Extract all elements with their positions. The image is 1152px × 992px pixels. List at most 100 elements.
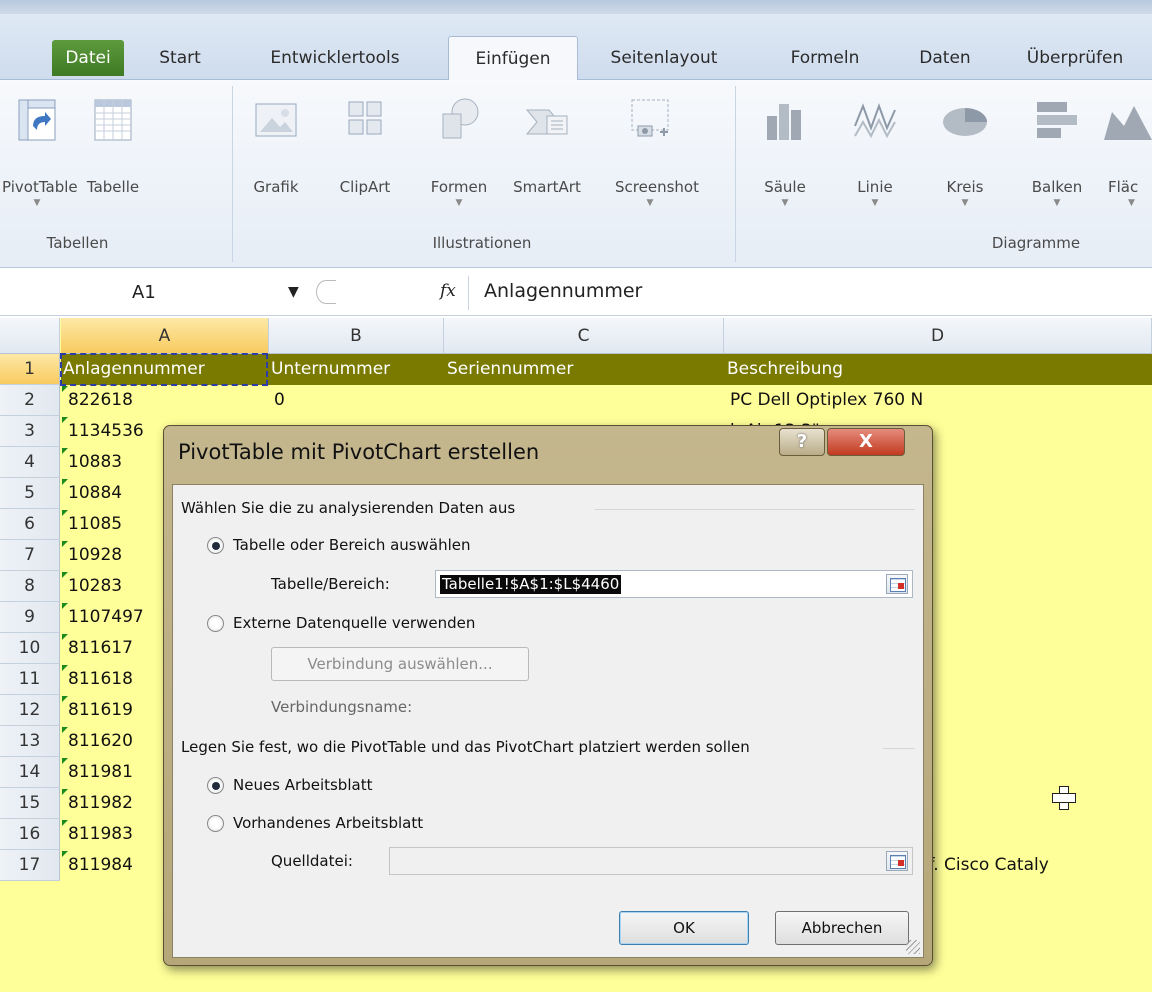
cell-b2[interactable]: 0 xyxy=(274,385,444,416)
chevron-down-icon: ▼ xyxy=(646,198,654,208)
tab-entwicklertools[interactable]: Entwicklertools xyxy=(245,36,425,80)
cell-d1[interactable]: Beschreibung xyxy=(727,354,1147,385)
row-header[interactable]: 1 xyxy=(0,354,60,385)
row-header[interactable]: 9 xyxy=(0,602,60,633)
saeule-button[interactable]: Säule ▼ xyxy=(750,90,820,208)
chevron-down-icon: ▼ xyxy=(1053,198,1061,208)
balken-label: Balken xyxy=(1031,178,1083,196)
name-box[interactable]: A1 ▼ xyxy=(10,278,310,308)
chevron-down-icon: ▼ xyxy=(455,198,463,208)
row-header[interactable]: 13 xyxy=(0,726,60,757)
radio-table-range[interactable] xyxy=(207,537,224,554)
kreis-button[interactable]: Kreis ▼ xyxy=(930,90,1000,208)
formen-button[interactable]: Formen ▼ xyxy=(424,90,494,208)
clipart-icon xyxy=(348,101,382,135)
cell-d2[interactable]: PC Dell Optiplex 760 N xyxy=(730,385,1152,416)
range-picker-icon[interactable] xyxy=(886,851,908,871)
chevron-down-icon: ▼ xyxy=(961,198,969,208)
column-header-a[interactable]: A xyxy=(61,318,269,354)
row-header[interactable]: 12 xyxy=(0,695,60,726)
range-picker-icon[interactable] xyxy=(886,574,908,594)
group-separator xyxy=(232,86,233,262)
section-select-data-heading: Wählen Sie die zu analysierenden Daten a… xyxy=(181,499,516,517)
resize-grip[interactable] xyxy=(906,940,920,954)
choose-connection-button[interactable]: Verbindung auswählen... xyxy=(271,647,529,681)
radio-existing-sheet-label[interactable]: Vorhandenes Arbeitsblatt xyxy=(233,814,423,832)
radio-new-sheet-label[interactable]: Neues Arbeitsblatt xyxy=(233,776,372,794)
radio-external-source-label[interactable]: Externe Datenquelle verwenden xyxy=(233,614,475,632)
row-header[interactable]: 11 xyxy=(0,664,60,695)
row-header[interactable]: 17 xyxy=(0,850,60,881)
row-header[interactable]: 2 xyxy=(0,385,60,416)
row-header[interactable]: 7 xyxy=(0,540,60,571)
screenshot-button[interactable]: Screenshot ▼ xyxy=(615,90,699,208)
window-title-strip xyxy=(0,0,1152,14)
formula-bar: A1 ▼ fx Anlagennummer xyxy=(0,268,1152,316)
pivottable-button[interactable]: PivotTable ▼ xyxy=(2,90,78,208)
tab-einfuegen[interactable]: Einfügen xyxy=(448,36,578,81)
tab-formeln[interactable]: Formeln xyxy=(770,36,880,80)
formula-bar-divider xyxy=(316,280,336,304)
group-label-tabellen: Tabellen xyxy=(46,234,109,252)
chevron-down-icon[interactable]: ▼ xyxy=(288,284,299,300)
row-header[interactable]: 3 xyxy=(0,416,60,447)
radio-external-source[interactable] xyxy=(207,615,224,632)
formula-separator xyxy=(468,276,469,310)
tab-datei[interactable]: Datei xyxy=(52,40,124,76)
column-header-c[interactable]: C xyxy=(444,318,724,354)
source-input[interactable] xyxy=(389,847,913,875)
row-header[interactable]: 5 xyxy=(0,478,60,509)
tab-daten[interactable]: Daten xyxy=(900,36,990,80)
column-header-b[interactable]: B xyxy=(269,318,444,354)
group-label-illustrationen: Illustrationen xyxy=(432,234,532,252)
smartart-button[interactable]: SmartArt xyxy=(512,90,582,196)
name-box-value: A1 xyxy=(132,282,156,303)
dialog-title: PivotTable mit PivotChart erstellen xyxy=(178,440,540,464)
balken-button[interactable]: Balken ▼ xyxy=(1022,90,1092,208)
radio-new-sheet[interactable] xyxy=(207,777,224,794)
kreis-label: Kreis xyxy=(946,178,984,196)
cross-cursor-icon xyxy=(1052,786,1076,810)
column-chart-icon xyxy=(767,104,801,140)
row-header[interactable]: 4 xyxy=(0,447,60,478)
chevron-down-icon: ▼ xyxy=(1128,198,1135,208)
help-icon: ? xyxy=(796,431,808,452)
chevron-down-icon: ▼ xyxy=(781,198,789,208)
linie-label: Linie xyxy=(857,178,893,196)
row-header[interactable]: 10 xyxy=(0,633,60,664)
cell-b1[interactable]: Unternummer xyxy=(271,354,443,385)
cancel-button[interactable]: Abbrechen xyxy=(775,911,909,945)
tab-start[interactable]: Start xyxy=(140,36,220,80)
cell-c1[interactable]: Seriennummer xyxy=(447,354,723,385)
grafik-button[interactable]: Grafik xyxy=(241,90,311,196)
row-header[interactable]: 6 xyxy=(0,509,60,540)
pivottable-label: PivotTable xyxy=(2,178,78,196)
row-header[interactable]: 8 xyxy=(0,571,60,602)
screenshot-label: Screenshot xyxy=(615,178,699,196)
tab-ueberpruefen[interactable]: Überprüfen xyxy=(1005,36,1145,80)
tabelle-button[interactable]: Tabelle xyxy=(78,90,148,196)
close-icon: X xyxy=(859,431,873,452)
row-header[interactable]: 14 xyxy=(0,757,60,788)
radio-table-range-label[interactable]: Tabelle oder Bereich auswählen xyxy=(233,536,470,554)
linie-button[interactable]: Linie ▼ xyxy=(840,90,910,208)
ribbon-tab-bar: Datei Start Entwicklertools Einfügen Sei… xyxy=(0,14,1152,81)
bar-chart-icon xyxy=(1037,102,1077,138)
cell-a2[interactable]: 822618 xyxy=(68,385,268,416)
function-icon[interactable]: fx xyxy=(440,281,456,301)
radio-existing-sheet[interactable] xyxy=(207,815,224,832)
range-input[interactable]: Tabelle1!$A$1:$L$4460 xyxy=(435,570,913,598)
connection-name-label: Verbindungsname: xyxy=(271,698,413,716)
close-button[interactable]: X xyxy=(827,428,905,456)
select-all-corner[interactable] xyxy=(0,318,60,354)
row-header[interactable]: 16 xyxy=(0,819,60,850)
clipart-button[interactable]: ClipArt xyxy=(330,90,400,196)
flaeche-button[interactable]: Fläc ▼ xyxy=(1100,90,1152,208)
tab-seitenlayout[interactable]: Seitenlayout xyxy=(594,36,734,80)
ok-button[interactable]: OK xyxy=(619,911,749,945)
help-button[interactable]: ? xyxy=(779,428,825,456)
formula-input[interactable]: Anlagennummer xyxy=(484,280,642,302)
row-header[interactable]: 15 xyxy=(0,788,60,819)
column-header-d[interactable]: D xyxy=(724,318,1152,354)
smartart-label: SmartArt xyxy=(513,178,581,196)
